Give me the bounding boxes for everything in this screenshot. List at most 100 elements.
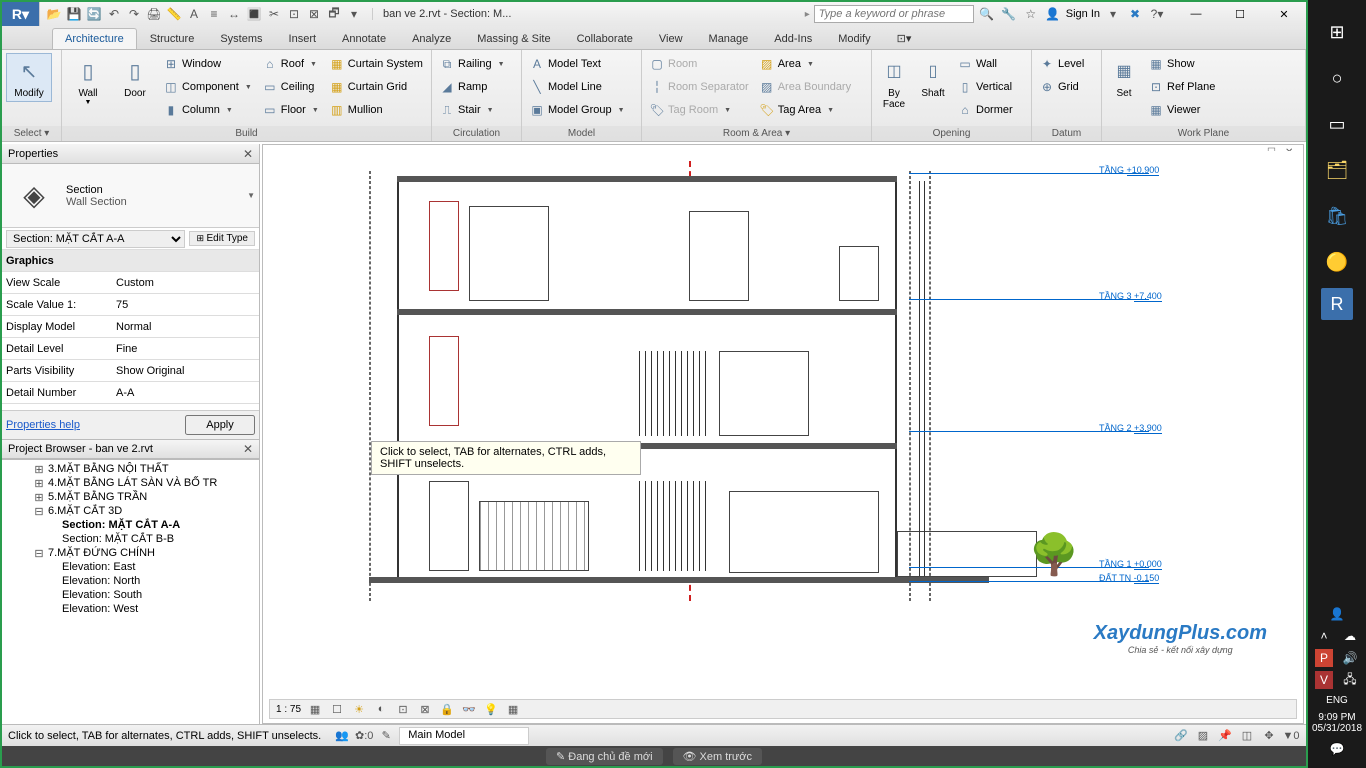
crop-show-icon[interactable]: ⊠ — [417, 701, 433, 717]
help-icon[interactable]: ?▾ — [1148, 5, 1166, 23]
panel-title-select[interactable]: Select ▾ — [2, 126, 61, 141]
language-indicator[interactable]: ENG — [1312, 695, 1362, 706]
tab-massing[interactable]: Massing & Site — [464, 28, 563, 49]
property-row[interactable]: Scale Value 1:75 — [2, 294, 259, 316]
qat-switch-icon[interactable]: 🗗 — [326, 6, 342, 22]
tray-v-icon[interactable]: V — [1315, 671, 1333, 689]
vertical-button[interactable]: ▯Vertical — [954, 76, 1017, 98]
expand-icon[interactable]: ⊟ — [34, 547, 44, 560]
sb-filter-icon[interactable]: ▼0 — [1282, 727, 1300, 745]
win-start-icon[interactable]: ⊞ — [1317, 12, 1357, 52]
sb-select-underlay-icon[interactable]: ▨ — [1194, 727, 1212, 745]
column-button[interactable]: ▮Column▼ — [160, 99, 256, 121]
tree-item[interactable]: ⊟7.MẶT ĐỨNG CHÍNH — [2, 546, 259, 560]
property-value[interactable]: Fine — [116, 343, 255, 355]
sun-path-icon[interactable]: ☀ — [351, 701, 367, 717]
instance-selector[interactable]: Section: MẶT CẮT A-A — [6, 230, 185, 248]
qat-print-icon[interactable]: 🖨 — [146, 6, 162, 22]
crop-icon[interactable]: ⊡ — [395, 701, 411, 717]
property-row[interactable]: Parts VisibilityShow Original — [2, 360, 259, 382]
tab-context-icon[interactable]: ⊡▾ — [884, 27, 925, 49]
tree-item[interactable]: Elevation: East — [2, 560, 259, 574]
property-value[interactable]: Show Original — [116, 365, 255, 377]
qat-save-icon[interactable]: 💾 — [66, 6, 82, 22]
sb-worksets-icon[interactable]: 👥 — [333, 727, 351, 745]
close-button[interactable]: ✕ — [1262, 2, 1306, 26]
properties-close-icon[interactable]: ✕ — [243, 147, 253, 161]
room-sep-button[interactable]: ╎Room Separator — [646, 76, 753, 98]
revit-icon[interactable]: R — [1321, 288, 1353, 320]
qat-text-icon[interactable]: A — [186, 6, 202, 22]
main-model-dropdown[interactable]: Main Model — [399, 727, 529, 745]
network-icon[interactable]: 🖧 — [1341, 671, 1359, 689]
visual-style-icon[interactable]: ☐ — [329, 701, 345, 717]
tree-item[interactable]: Elevation: West — [2, 602, 259, 616]
expand-icon[interactable]: ⊞ — [34, 463, 44, 476]
clock-date[interactable]: 05/31/2018 — [1312, 723, 1362, 734]
qat-measure-icon[interactable]: 📏 — [166, 6, 182, 22]
project-browser[interactable]: ⊞3.MẶT BẰNG NỘI THẤT⊞4.MẶT BẰNG LÁT SÀN … — [2, 459, 259, 724]
property-value[interactable]: A-A — [116, 387, 255, 399]
qat-dim-icon[interactable]: ↔ — [226, 6, 242, 22]
level-tag[interactable]: TẦNG 2 +3.900 — [1099, 423, 1162, 433]
railing-button[interactable]: ⧉Railing▼ — [436, 53, 509, 75]
model-group-button[interactable]: ▣Model Group▼ — [526, 99, 629, 121]
tree-item[interactable]: Section: MẶT CẮT A-A — [2, 518, 259, 532]
tab-structure[interactable]: Structure — [137, 28, 208, 49]
people-icon[interactable]: 👤 — [1328, 605, 1346, 623]
tree-item[interactable]: Elevation: South — [2, 588, 259, 602]
level-tag[interactable]: TẦNG 1 +0.000 — [1099, 559, 1162, 569]
area-button[interactable]: ▨Area▼ — [756, 53, 855, 75]
tree-item[interactable]: ⊞4.MẶT BẰNG LÁT SÀN VÀ BỐ TR — [2, 476, 259, 490]
property-row[interactable]: Display ModelNormal — [2, 316, 259, 338]
shadows-icon[interactable]: ◐ — [373, 701, 389, 717]
tab-insert[interactable]: Insert — [276, 28, 330, 49]
expand-icon[interactable]: ⊞ — [34, 477, 44, 490]
tab-addins[interactable]: Add-Ins — [761, 28, 825, 49]
modify-button[interactable]: ↖ Modify — [6, 53, 52, 102]
tab-annotate[interactable]: Annotate — [329, 28, 399, 49]
qat-redo-icon[interactable]: ↷ — [126, 6, 142, 22]
mullion-button[interactable]: ▥Mullion — [326, 99, 427, 121]
panel-title-room[interactable]: Room & Area ▾ — [642, 126, 871, 141]
model-line-button[interactable]: ╲Model Line — [526, 76, 629, 98]
roof-button[interactable]: ⌂Roof▼ — [259, 53, 323, 75]
area-bound-button[interactable]: ▨Area Boundary — [756, 76, 855, 98]
minimize-button[interactable]: — — [1174, 2, 1218, 26]
store-icon[interactable]: 🛍 — [1317, 196, 1357, 236]
temp-hide-icon[interactable]: 👓 — [461, 701, 477, 717]
window-button[interactable]: ⊞Window — [160, 53, 256, 75]
tree-item[interactable]: ⊟6.MẶT CẮT 3D — [2, 504, 259, 518]
scale-label[interactable]: 1 : 75 — [276, 704, 301, 715]
tree-item[interactable]: ⊞3.MẶT BẰNG NỘI THẤT — [2, 462, 259, 476]
ramp-button[interactable]: ◢Ramp — [436, 76, 509, 98]
property-row[interactable]: Detail LevelFine — [2, 338, 259, 360]
qat-sync-icon[interactable]: 🔄 — [86, 6, 102, 22]
maximize-button[interactable]: ☐ — [1218, 2, 1262, 26]
property-value[interactable]: 75 — [116, 299, 255, 311]
component-button[interactable]: ◫Component▼ — [160, 76, 256, 98]
exchange-icon[interactable]: ✖ — [1126, 5, 1144, 23]
apply-button[interactable]: Apply — [185, 415, 255, 435]
cortana-icon[interactable]: ○ — [1317, 58, 1357, 98]
sb-select-link-icon[interactable]: 🔗 — [1172, 727, 1190, 745]
show-button[interactable]: ▦Show — [1145, 53, 1219, 75]
door-button[interactable]: ▯Door — [113, 53, 157, 102]
tab-modify[interactable]: Modify — [825, 28, 883, 49]
level-tag[interactable]: ĐẤT TN -0.150 — [1099, 573, 1159, 583]
floor-button[interactable]: ▭Floor▼ — [259, 99, 323, 121]
sb-select-face-icon[interactable]: ◫ — [1238, 727, 1256, 745]
tab-analyze[interactable]: Analyze — [399, 28, 464, 49]
search-icon[interactable]: 🔍 — [978, 5, 996, 23]
room-button[interactable]: ▢Room — [646, 53, 753, 75]
property-row[interactable]: View ScaleCustom — [2, 272, 259, 294]
tab-collaborate[interactable]: Collaborate — [564, 28, 646, 49]
properties-help-link[interactable]: Properties help — [6, 419, 80, 431]
tab-manage[interactable]: Manage — [696, 28, 762, 49]
wall-button[interactable]: ▯Wall▼ — [66, 53, 110, 109]
tab-architecture[interactable]: Architecture — [52, 28, 137, 49]
detail-level-icon[interactable]: ▦ — [307, 701, 323, 717]
star-icon[interactable]: ☆ — [1022, 5, 1040, 23]
sb-editable-icon[interactable]: ✎ — [377, 727, 395, 745]
signin-dd-icon[interactable]: ▾ — [1104, 5, 1122, 23]
